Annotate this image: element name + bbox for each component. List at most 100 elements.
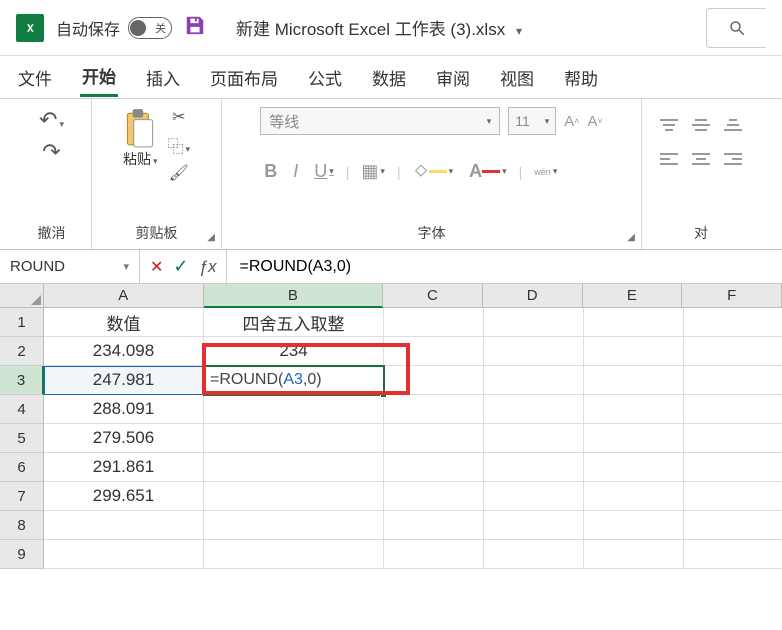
align-middle-icon[interactable] [690,113,712,137]
align-right-icon[interactable] [722,147,744,171]
undo-icon[interactable]: ↶▾ [39,107,64,133]
cell-E8[interactable] [584,511,684,540]
autosave-toggle[interactable]: 自动保存 关 [56,16,172,40]
cell-D3[interactable] [484,366,584,395]
font-size-select[interactable]: 11▾ [508,107,556,135]
increase-font-icon[interactable]: A˄ [564,113,579,130]
tab-page-layout[interactable]: 页面布局 [208,59,280,96]
cell-B6[interactable] [204,453,384,482]
clipboard-launcher-icon[interactable]: ◢ [207,232,215,243]
row-header-1[interactable]: 1 [0,308,44,337]
cell-B5[interactable] [204,424,384,453]
row-header-3[interactable]: 3 [0,366,44,395]
cell-A2[interactable]: 234.098 [44,337,204,366]
phonetic-button[interactable]: wén▾ [530,164,561,179]
cell-A1[interactable]: 数值 [44,308,204,337]
cell-C4[interactable] [384,395,484,424]
select-all-corner[interactable] [0,284,44,308]
cell-F2[interactable] [684,337,782,366]
cell-B8[interactable] [204,511,384,540]
cut-icon[interactable]: ✂ [172,107,185,127]
cell-A7[interactable]: 299.651 [44,482,204,511]
cell-B1[interactable]: 四舍五入取整 [204,308,384,337]
align-center-icon[interactable] [690,147,712,171]
format-painter-icon[interactable]: 🖌 [169,163,189,183]
underline-button[interactable]: U▾ [310,159,338,184]
formula-input[interactable] [227,250,782,283]
border-button[interactable]: ▦▾ [357,159,389,184]
row-header-4[interactable]: 4 [0,395,44,424]
paste-button[interactable]: 粘贴▾ [123,107,158,169]
cell-E2[interactable] [584,337,684,366]
fill-handle[interactable] [380,391,387,398]
cell-D5[interactable] [484,424,584,453]
cell-E6[interactable] [584,453,684,482]
cell-A5[interactable]: 279.506 [44,424,204,453]
row-header-8[interactable]: 8 [0,511,44,540]
cell-D2[interactable] [484,337,584,366]
cell-E4[interactable] [584,395,684,424]
copy-icon[interactable]: ⿻▾ [167,133,190,157]
file-title[interactable]: 新建 Microsoft Excel 工作表 (3).xlsx ▾ [236,15,522,40]
redo-icon[interactable]: ↷ [42,139,60,165]
align-bottom-icon[interactable] [722,113,744,137]
align-top-icon[interactable] [658,113,680,137]
tab-formulas[interactable]: 公式 [306,59,344,96]
decrease-font-icon[interactable]: A˅ [588,113,603,130]
cell-D1[interactable] [484,308,584,337]
cell-E1[interactable] [584,308,684,337]
cell-E7[interactable] [584,482,684,511]
cell-F5[interactable] [684,424,782,453]
cell-A9[interactable] [44,540,204,569]
cell-B4[interactable] [204,395,384,424]
font-family-select[interactable]: 等线▾ [260,107,500,135]
cell-C3[interactable] [384,366,484,395]
cell-A6[interactable]: 291.861 [44,453,204,482]
row-header-5[interactable]: 5 [0,424,44,453]
column-header-A[interactable]: A [44,284,204,308]
column-header-E[interactable]: E [583,284,683,308]
font-color-button[interactable]: A▾ [465,159,511,184]
tab-help[interactable]: 帮助 [562,59,600,96]
font-launcher-icon[interactable]: ◢ [627,232,635,243]
autosave-switch[interactable]: 关 [128,17,172,39]
cell-A4[interactable]: 288.091 [44,395,204,424]
column-header-C[interactable]: C [383,284,483,308]
bold-button[interactable]: B [260,159,281,184]
cell-C6[interactable] [384,453,484,482]
cell-B3[interactable]: =ROUND(A3,0) [204,366,384,395]
cell-D8[interactable] [484,511,584,540]
cell-C7[interactable] [384,482,484,511]
cell-D9[interactable] [484,540,584,569]
column-header-F[interactable]: F [682,284,782,308]
search-button[interactable] [706,8,766,48]
fill-color-button[interactable]: ▾ [409,162,458,182]
row-header-9[interactable]: 9 [0,540,44,569]
cell-C2[interactable] [384,337,484,366]
row-header-2[interactable]: 2 [0,337,44,366]
fx-icon[interactable]: ƒx [199,257,217,277]
row-header-7[interactable]: 7 [0,482,44,511]
name-box[interactable]: ROUND ▾ [0,250,140,283]
cell-F9[interactable] [684,540,782,569]
column-header-D[interactable]: D [483,284,583,308]
tab-data[interactable]: 数据 [370,59,408,96]
cell-D6[interactable] [484,453,584,482]
cell-E5[interactable] [584,424,684,453]
italic-button[interactable]: I [289,159,302,184]
cell-C1[interactable] [384,308,484,337]
row-header-6[interactable]: 6 [0,453,44,482]
cell-B7[interactable] [204,482,384,511]
cell-C5[interactable] [384,424,484,453]
tab-insert[interactable]: 插入 [144,59,182,96]
cell-D7[interactable] [484,482,584,511]
cell-D4[interactable] [484,395,584,424]
cell-F6[interactable] [684,453,782,482]
tab-review[interactable]: 审阅 [434,59,472,96]
cell-F4[interactable] [684,395,782,424]
cell-E9[interactable] [584,540,684,569]
cell-A3[interactable]: 247.981 [44,366,204,395]
column-header-B[interactable]: B [204,284,384,308]
save-icon[interactable] [184,14,206,42]
accept-edit-icon[interactable]: ✓ [173,256,188,277]
